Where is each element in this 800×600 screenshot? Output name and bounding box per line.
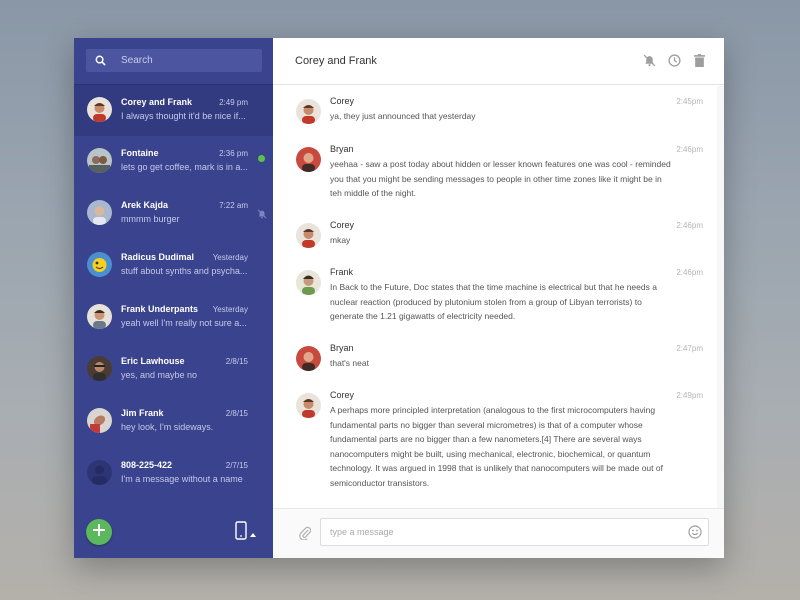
message-text: mkay [330, 235, 351, 245]
clock-icon[interactable] [667, 53, 681, 67]
device-menu-button[interactable] [235, 521, 256, 545]
conversation-header: Corey and Frank [273, 38, 724, 85]
conversation-preview: yes, and maybe no [121, 370, 198, 380]
search-icon [86, 55, 114, 66]
conversation-time: 2:36 pm [219, 149, 248, 158]
conversation-preview: I'm a message without a name [121, 474, 243, 484]
conversation-time: 2/7/15 [225, 461, 248, 470]
bell-off-icon [257, 206, 267, 224]
smiley-icon[interactable] [688, 525, 702, 544]
message-time: 2:47pm [676, 344, 703, 353]
conversation-item[interactable]: Frank Underpants Yesterday yeah well I'm… [74, 292, 273, 344]
message-time: 2:46pm [676, 145, 703, 154]
avatar [87, 356, 112, 381]
message-text: that's neat [330, 358, 369, 368]
conversation-item[interactable]: Fontaine 2:36 pm lets go get coffee, mar… [74, 136, 273, 188]
online-indicator [258, 155, 265, 162]
sidebar: Corey and Frank 2:49 pm I always thought… [74, 38, 273, 558]
avatar [296, 147, 321, 172]
message-text: In Back to the Future, Doc states that t… [330, 282, 657, 321]
avatar [87, 252, 112, 277]
avatar [87, 148, 112, 173]
message-input-box[interactable] [320, 518, 709, 546]
message-time: 2:49pm [676, 391, 703, 400]
conversation-name: Fontaine [121, 148, 159, 158]
avatar [87, 97, 112, 122]
message-time: 2:46pm [676, 268, 703, 277]
conversation-time: Yesterday [212, 253, 248, 262]
conversation-name: Frank Underpants [121, 304, 199, 314]
message-sender: Bryan [330, 144, 354, 154]
message-time: 2:45pm [676, 97, 703, 106]
message-sender: Corey [330, 220, 355, 230]
conversation-time: 2:49 pm [219, 98, 248, 107]
avatar [87, 460, 112, 485]
conversation-pane: Corey and Frank Corey 2:45pm ya, they ju… [273, 38, 724, 558]
conversation-time: Yesterday [212, 305, 248, 314]
plus-icon [93, 523, 105, 541]
sidebar-footer [74, 506, 273, 558]
conversation-item[interactable]: 808-225-422 2/7/15 I'm a message without… [74, 448, 273, 500]
paperclip-icon[interactable] [299, 526, 312, 545]
conversation-name: Eric Lawhouse [121, 356, 185, 366]
avatar [296, 346, 321, 371]
avatar [296, 270, 321, 295]
avatar [296, 223, 321, 248]
message-list: Corey 2:45pm ya, they just announced tha… [273, 86, 703, 508]
trash-icon[interactable] [692, 53, 706, 67]
conversation-name: Jim Frank [121, 408, 164, 418]
conversation-item[interactable]: Corey and Frank 2:49 pm I always thought… [74, 84, 273, 136]
search-box[interactable] [86, 49, 262, 72]
conversation-name: Radicus Dudimal [121, 252, 195, 262]
conversation-preview: lets go get coffee, mark is in a... [121, 162, 248, 172]
conversation-preview: mmmm burger [121, 214, 180, 224]
avatar [87, 304, 112, 329]
conversation-preview: I always thought it'd be nice if... [121, 111, 246, 121]
message-text: yeehaa - saw a post today about hidden o… [330, 159, 671, 198]
message-sender: Frank [330, 267, 354, 277]
message-input[interactable] [330, 527, 680, 537]
header-actions [642, 53, 706, 67]
message-sender: Bryan [330, 343, 354, 353]
avatar [87, 200, 112, 225]
conversation-name: Corey and Frank [121, 97, 193, 107]
conversation-time: 2/8/15 [225, 357, 248, 366]
conversation-name: 808-225-422 [121, 460, 173, 470]
caret-up-icon [250, 524, 256, 542]
message-composer [273, 508, 724, 558]
avatar [87, 408, 112, 433]
conversation-item[interactable]: Jim Frank 2/8/15 hey look, I'm sideways. [74, 396, 273, 448]
conversation-item[interactable]: Radicus Dudimal Yesterday stuff about sy… [74, 240, 273, 292]
message-sender: Corey [330, 390, 355, 400]
conversation-item[interactable]: Arek Kajda 7:22 am mmmm burger [74, 188, 273, 240]
conversation-preview: yeah well I'm really not sure a... [121, 318, 247, 328]
search-input[interactable] [121, 55, 261, 66]
conversation-name: Arek Kajda [121, 200, 169, 210]
avatar [296, 99, 321, 124]
conversation-preview: stuff about synths and psycha... [121, 266, 248, 276]
message-text: ya, they just announced that yesterday [330, 111, 476, 121]
message-sender: Corey [330, 96, 355, 106]
message-time: 2:46pm [676, 221, 703, 230]
add-conversation-button[interactable] [86, 519, 112, 545]
conversation-item[interactable]: Eric Lawhouse 2/8/15 yes, and maybe no [74, 344, 273, 396]
avatar [296, 393, 321, 418]
conversation-time: 2/8/15 [225, 409, 248, 418]
conversation-preview: hey look, I'm sideways. [121, 422, 214, 432]
message-text: A perhaps more principled interpretation… [330, 405, 663, 488]
conversation-list: Corey and Frank 2:49 pm I always thought… [74, 84, 273, 500]
message-scrollbar[interactable] [717, 86, 724, 508]
phone-icon [235, 521, 247, 545]
bell-off-icon[interactable] [642, 53, 656, 67]
conversation-title: Corey and Frank [295, 55, 377, 67]
chat-window: Corey and Frank 2:49 pm I always thought… [74, 38, 724, 558]
conversation-time: 7:22 am [219, 201, 248, 210]
